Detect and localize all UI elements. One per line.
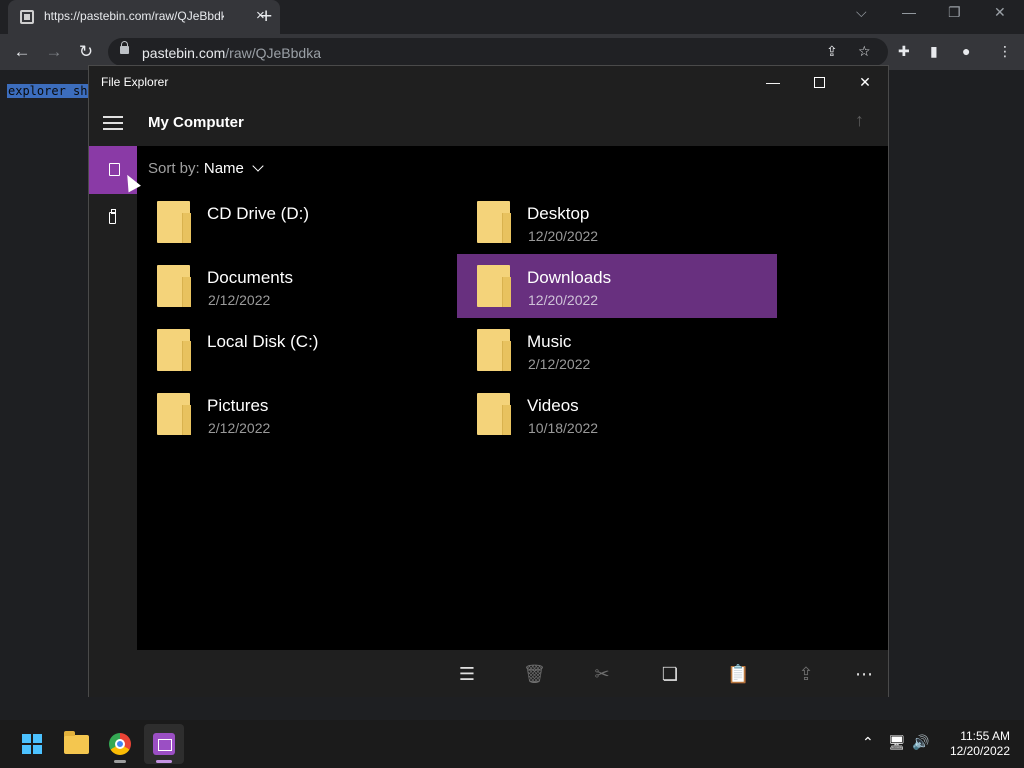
url-text[interactable]: pastebin.com/raw/QJeBbdka <box>142 45 321 61</box>
new-tab-button[interactable]: + <box>260 6 272 28</box>
browser-tab-strip: https://pastebin.com/raw/QJeBbdka × + ⌵ … <box>0 0 1024 34</box>
select-checklist-icon[interactable]: ☰ <box>456 663 478 685</box>
start-button[interactable] <box>12 724 52 764</box>
folder-name: Pictures <box>207 396 269 415</box>
sort-label: Sort by: <box>148 160 200 177</box>
clock-date: 12/20/2022 <box>949 744 1010 758</box>
forward-icon[interactable]: → <box>44 42 64 62</box>
up-arrow-icon[interactable]: ↑ <box>855 110 864 131</box>
folder-tile[interactable]: Local Disk (C:) <box>137 318 457 382</box>
menu-icon[interactable]: ⋮ <box>998 43 1012 60</box>
file-explorer-window: File Explorer — ✕ My Computer ↑ Sort by:… <box>88 65 889 697</box>
tab-title: https://pastebin.com/raw/QJeBbdka <box>44 9 224 23</box>
minimize-icon[interactable]: — <box>902 4 916 20</box>
fe-command-bar: ☰ 🗑 ✂ ❏ 📋 ⇪ ⋯ <box>137 650 888 697</box>
back-icon[interactable]: ← <box>12 42 32 62</box>
folder-date: 10/18/2022 <box>528 420 599 436</box>
taskbar-file-explorer[interactable] <box>56 724 96 764</box>
folder-date: 2/12/2022 <box>208 292 271 308</box>
folder-tile[interactable]: Desktop 12/20/2022 <box>457 190 777 254</box>
restore-icon[interactable]: ❐ <box>948 4 961 21</box>
volume-icon[interactable]: 🔊 <box>912 734 929 751</box>
folder-icon <box>477 393 511 435</box>
fe-nav-rail <box>89 146 137 697</box>
folder-icon <box>477 265 511 307</box>
folder-icon <box>157 393 191 435</box>
folder-name: Videos <box>527 396 579 415</box>
files-app-icon <box>153 733 175 755</box>
clock-time: 11:55 AM <box>960 729 1010 743</box>
close-icon[interactable]: ✕ <box>994 4 1006 21</box>
folder-tile[interactable]: Music 2/12/2022 <box>457 318 777 382</box>
chrome-icon <box>109 733 131 755</box>
url-host: pastebin.com <box>142 45 226 61</box>
clock[interactable]: 11:55 AM 12/20/2022 <box>940 729 1010 759</box>
folder-name: Music <box>527 332 572 351</box>
folder-icon <box>477 201 511 243</box>
delete-icon[interactable]: 🗑 <box>523 663 546 685</box>
folder-date: 12/20/2022 <box>528 292 599 308</box>
pastebin-favicon-icon <box>20 10 34 24</box>
folder-tile[interactable]: Videos 10/18/2022 <box>457 382 777 446</box>
folder-date: 2/12/2022 <box>528 356 591 372</box>
side-panel-icon[interactable]: ▮ <box>930 43 938 60</box>
fe-window-title: File Explorer <box>101 75 169 89</box>
bookmark-star-icon[interactable]: ☆ <box>858 43 871 60</box>
tray-chevron-up-icon[interactable]: ⌃ <box>862 734 874 751</box>
taskbar-files-app[interactable] <box>144 724 184 764</box>
chevron-down-icon <box>252 160 264 172</box>
device-icon <box>109 163 120 176</box>
fe-maximize-icon[interactable] <box>809 72 829 92</box>
location-title: My Computer <box>148 114 244 131</box>
folder-name: Downloads <box>527 268 612 287</box>
rail-item-removable[interactable] <box>89 194 137 242</box>
folder-name: Local Disk (C:) <box>207 332 319 351</box>
folder-icon <box>477 329 511 371</box>
address-bar[interactable]: pastebin.com/raw/QJeBbdka ⇪ ☆ <box>108 38 888 66</box>
folder-name: CD Drive (D:) <box>207 204 309 223</box>
share-icon[interactable]: ⇪ <box>826 43 838 60</box>
taskbar-chrome[interactable] <box>100 724 140 764</box>
fe-titlebar[interactable]: File Explorer — ✕ <box>89 66 888 98</box>
paste-icon[interactable]: 📋 <box>727 663 749 685</box>
fe-close-icon[interactable]: ✕ <box>855 72 875 92</box>
more-options-icon[interactable]: ⋯ <box>853 663 875 685</box>
hamburger-menu-icon[interactable] <box>103 116 123 130</box>
profile-icon[interactable]: ● <box>962 43 970 59</box>
folder-tile[interactable]: CD Drive (D:) <box>137 190 457 254</box>
folder-tile-selected[interactable]: Downloads 12/20/2022 <box>457 254 777 318</box>
folder-icon <box>157 201 191 243</box>
fe-minimize-icon[interactable]: — <box>763 72 783 92</box>
folder-icon <box>157 265 191 307</box>
active-indicator <box>156 760 172 763</box>
folder-tile[interactable]: Pictures 2/12/2022 <box>137 382 457 446</box>
windows-logo-icon <box>22 734 42 754</box>
folder-tile[interactable]: Documents 2/12/2022 <box>137 254 457 318</box>
folder-app-icon <box>64 731 89 754</box>
cut-icon[interactable]: ✂ <box>591 663 613 685</box>
browser-tab[interactable]: https://pastebin.com/raw/QJeBbdka × <box>8 0 280 34</box>
reload-icon[interactable]: ↻ <box>76 42 96 62</box>
url-path: /raw/QJeBbdka <box>225 45 321 61</box>
network-icon[interactable]: 🖥 <box>888 734 906 751</box>
sort-value: Name <box>203 160 244 177</box>
folder-date: 12/20/2022 <box>528 228 599 244</box>
sort-dropdown[interactable]: Sort by: Name <box>148 160 264 177</box>
folder-icon <box>157 329 191 371</box>
folder-date: 2/12/2022 <box>208 420 271 436</box>
folder-name: Desktop <box>527 204 590 223</box>
share-icon[interactable]: ⇪ <box>795 663 817 685</box>
taskbar: ⌃ 🖥 🔊 11:55 AM 12/20/2022 <box>0 720 1024 768</box>
extensions-icon[interactable]: ✚ <box>898 43 910 60</box>
fe-content: Sort by: Name CD Drive (D:) Desktop 12/2… <box>137 146 888 650</box>
page-selected-text[interactable]: explorer sh <box>7 84 89 98</box>
tab-search-icon[interactable]: ⌵ <box>856 4 867 21</box>
fe-header: My Computer ↑ <box>89 98 888 146</box>
usb-drive-icon <box>109 209 116 224</box>
running-indicator <box>114 760 126 763</box>
folder-name: Documents <box>207 268 293 287</box>
lock-icon[interactable] <box>120 41 129 54</box>
copy-icon[interactable]: ❏ <box>659 663 681 685</box>
